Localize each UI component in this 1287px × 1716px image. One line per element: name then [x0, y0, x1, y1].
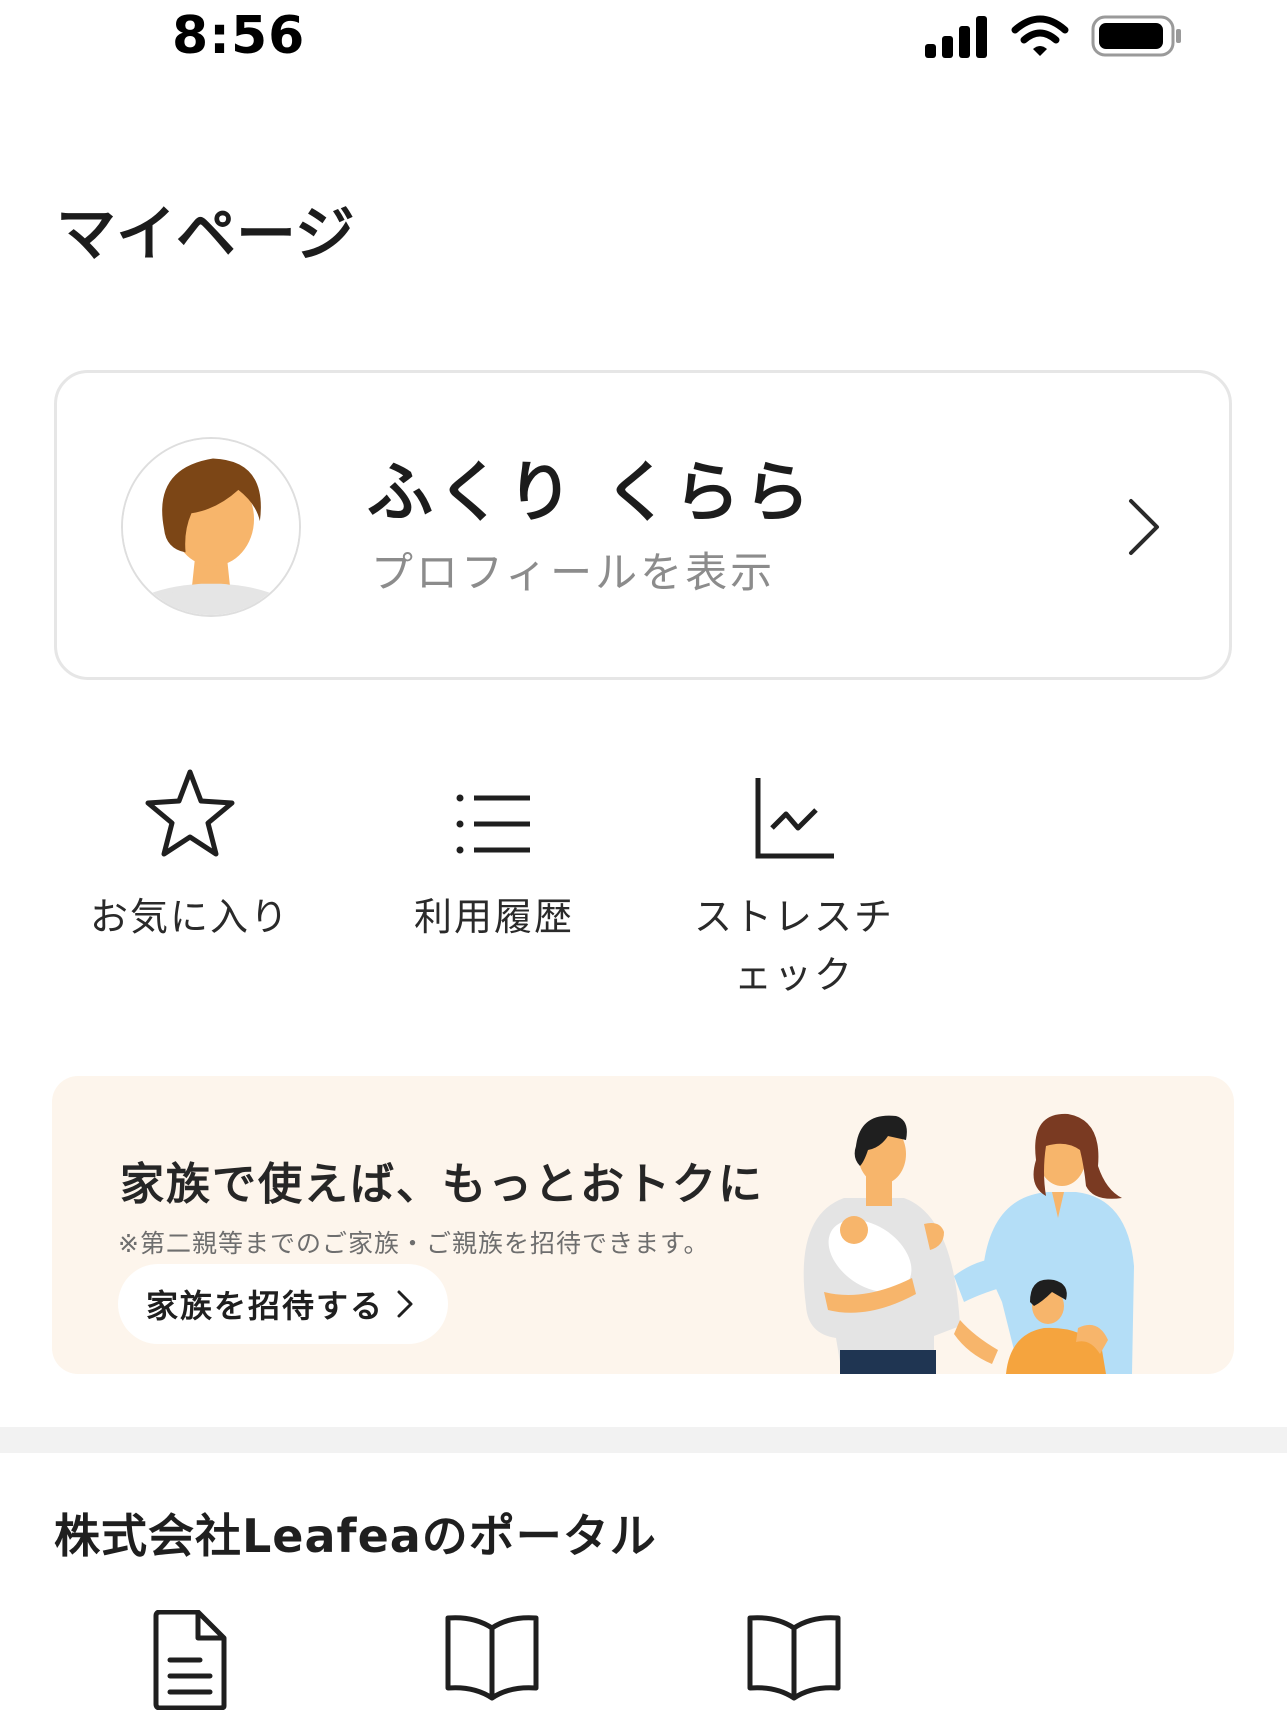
book-icon — [747, 1615, 841, 1701]
portal-title: 株式会社Leafeaのポータル — [54, 1509, 657, 1563]
portal-item-document[interactable] — [150, 1609, 230, 1714]
page-title: マイページ — [56, 200, 355, 270]
battery-icon — [1091, 15, 1181, 57]
portal-item-book-2[interactable] — [746, 1610, 842, 1706]
shortcut-history[interactable]: 利用履歴 — [364, 760, 624, 946]
shortcuts: お気に入り 利用履歴 ストレスチェック — [0, 760, 1287, 1000]
banner-title: 家族で使えば、もっとおトクに — [120, 1159, 764, 1210]
signal-icon — [925, 16, 987, 58]
section-divider — [0, 1427, 1287, 1453]
status-time: 8:56 — [172, 6, 306, 66]
chevron-right-icon — [397, 1290, 413, 1318]
shortcut-label: 利用履歴 — [413, 895, 574, 939]
status-icons — [923, 14, 1183, 58]
book-icon — [445, 1615, 539, 1701]
shortcut-label: ストレスチェック — [693, 895, 894, 997]
status-bar: 8:56 — [0, 0, 1287, 80]
list-icon — [456, 794, 530, 854]
portal-item-book-1[interactable] — [444, 1610, 540, 1706]
invite-family-label: 家族を招待する — [146, 1287, 385, 1325]
avatar-illustration — [123, 439, 299, 615]
portal-icons — [0, 1609, 1287, 1716]
invite-family-button[interactable]: 家族を招待する — [118, 1264, 448, 1344]
document-icon — [153, 1609, 227, 1711]
banner-note: ※第二親等までのご家族・ご親族を招待できます。 — [118, 1229, 710, 1258]
profile-name: ふくり くらら — [367, 454, 814, 531]
wifi-icon — [1011, 15, 1069, 56]
chart-icon — [755, 778, 834, 859]
family-illustration — [803, 1113, 1134, 1374]
profile-card[interactable]: ふくり くらら プロフィールを表示 — [54, 370, 1232, 680]
family-banner: 家族で使えば、もっとおトクに ※第二親等までのご家族・ご親族を招待できます。 家… — [52, 1076, 1234, 1374]
star-icon — [145, 769, 235, 857]
shortcut-label: お気に入り — [89, 895, 290, 939]
shortcut-stress-check[interactable]: ストレスチェック — [664, 760, 924, 1004]
profile-link-label: プロフィールを表示 — [371, 548, 776, 597]
shortcut-favorites[interactable]: お気に入り — [60, 760, 320, 946]
avatar — [121, 437, 301, 617]
chevron-right-icon — [1129, 499, 1159, 555]
